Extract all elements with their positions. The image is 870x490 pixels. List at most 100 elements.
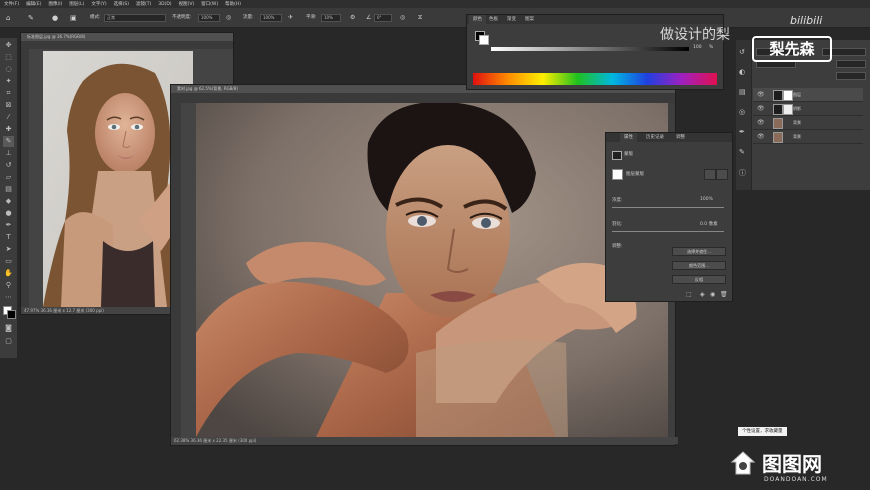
adjustments-icon[interactable]: ◐ <box>739 68 745 76</box>
info-icon[interactable]: ⓘ <box>739 168 746 178</box>
blur-tool-icon[interactable]: ◆ <box>3 196 14 207</box>
tab-properties[interactable]: 属性 <box>620 133 637 142</box>
density-slider[interactable] <box>612 207 724 208</box>
tab-color[interactable]: 颜色 <box>469 15 486 24</box>
gear-icon[interactable]: ⚙ <box>350 13 355 23</box>
paths-icon[interactable]: ✒ <box>739 128 745 136</box>
lasso-tool-icon[interactable]: ◌ <box>3 64 14 75</box>
delete-mask-icon[interactable]: 🗑 <box>720 291 728 298</box>
site-watermark: 图图网 DOANDOAN.COM <box>728 446 870 490</box>
screen-mode-icon[interactable]: ▢ <box>3 336 14 347</box>
healing-tool-icon[interactable]: ✚ <box>3 124 14 135</box>
angle-input[interactable]: 0° <box>374 14 392 22</box>
color-range-button[interactable]: 颜色范围... <box>672 261 726 270</box>
select-and-mask-button[interactable]: 选择并遮住... <box>672 247 726 256</box>
pen-tool-icon[interactable]: ✒ <box>3 220 14 231</box>
k-value[interactable]: 100 <box>693 45 702 53</box>
invert-button[interactable]: 反相 <box>672 275 726 284</box>
feather-value[interactable]: 0.0 像素 <box>700 221 718 227</box>
eye-icon[interactable]: 👁 <box>757 105 765 112</box>
layers-icon[interactable]: ▤ <box>739 88 746 96</box>
layer-row[interactable]: 👁 背景 <box>753 130 863 144</box>
layer-row[interactable]: 👁 背景 <box>753 116 863 130</box>
history-brush-icon[interactable]: ↺ <box>3 160 14 171</box>
apply-mask-icon[interactable]: ◈ <box>700 291 705 298</box>
type-tool-icon[interactable]: T <box>3 232 14 243</box>
eye-icon[interactable]: 👁 <box>757 133 765 140</box>
brush-panel-icon[interactable]: ▣ <box>70 13 77 23</box>
zoom-tool-icon[interactable]: ⚲ <box>3 280 14 291</box>
pressure-opacity-icon[interactable]: ◎ <box>226 13 231 23</box>
layer-mask-thumbnail[interactable] <box>612 169 623 180</box>
layer-name: 阴影 <box>793 106 801 111</box>
marquee-tool-icon[interactable]: ⬚ <box>3 52 14 63</box>
eye-icon[interactable]: 👁 <box>757 91 765 98</box>
history-icon[interactable]: ↺ <box>739 48 745 56</box>
menu-view[interactable]: 视图(V) <box>179 1 195 7</box>
smoothing-input[interactable]: 10% <box>321 14 341 22</box>
crop-tool-icon[interactable]: ⌗ <box>3 88 14 99</box>
horizontal-ruler <box>171 93 675 103</box>
tab-swatches[interactable]: 色板 <box>485 15 502 24</box>
brush-preset-icon[interactable]: ● <box>52 13 58 23</box>
menu-type[interactable]: 文字(Y) <box>91 1 106 7</box>
menu-filter[interactable]: 滤镜(T) <box>136 1 151 7</box>
density-value[interactable]: 100% <box>700 197 713 202</box>
eraser-tool-icon[interactable]: ▱ <box>3 172 14 183</box>
layer-opacity-input[interactable] <box>836 60 866 68</box>
menu-image[interactable]: 图像(I) <box>48 1 62 7</box>
layer-row[interactable]: 👁 阴影 <box>753 102 863 116</box>
feather-slider[interactable] <box>612 231 724 232</box>
airbrush-icon[interactable]: ✈ <box>288 13 293 23</box>
menu-help[interactable]: 帮助(H) <box>225 1 241 7</box>
background-color-swatch[interactable] <box>7 310 16 319</box>
shape-tool-icon[interactable]: ▭ <box>3 256 14 267</box>
brush-tool-icon[interactable]: ✎ <box>28 13 34 23</box>
document-tab[interactable]: 标准图层.jpg @ 16.7%(RGB/8) <box>21 33 233 41</box>
layer-name: 背景 <box>793 134 801 139</box>
move-tool-icon[interactable]: ✥ <box>3 40 14 51</box>
frame-tool-icon[interactable]: ⊠ <box>3 100 14 111</box>
properties-type-label: 蒙版 <box>624 152 633 157</box>
menu-layer[interactable]: 图层(L) <box>69 1 84 7</box>
k-slider[interactable] <box>491 47 689 51</box>
pixel-mask-button[interactable] <box>704 169 716 180</box>
symmetry-icon[interactable]: ⧖ <box>418 13 422 23</box>
layer-fill-input[interactable] <box>836 72 866 80</box>
gradient-tool-icon[interactable]: ▤ <box>3 184 14 195</box>
dodge-tool-icon[interactable]: ● <box>3 208 14 219</box>
load-selection-icon[interactable]: ⬚ <box>686 291 692 298</box>
visibility-icon[interactable]: ◉ <box>710 291 715 298</box>
path-select-tool-icon[interactable]: ➤ <box>3 244 14 255</box>
hand-tool-icon[interactable]: ✋ <box>3 268 14 279</box>
tab-gradients[interactable]: 渐变 <box>503 15 520 24</box>
more-tools-icon[interactable]: ⋯ <box>3 292 14 303</box>
color-spectrum[interactable] <box>473 73 717 85</box>
quick-mask-icon[interactable]: ◙ <box>3 323 14 334</box>
channels-icon[interactable]: ◎ <box>739 108 745 116</box>
vertical-ruler <box>21 49 29 307</box>
menu-bar: 文件(F) 编辑(E) 图像(I) 图层(L) 文字(Y) 选择(S) 滤镜(T… <box>0 0 870 8</box>
menu-select[interactable]: 选择(S) <box>114 1 129 7</box>
background-swatch[interactable] <box>479 35 489 45</box>
menu-3d[interactable]: 3D(D) <box>158 2 171 7</box>
tab-patterns[interactable]: 图案 <box>521 15 538 24</box>
menu-edit[interactable]: 编辑(E) <box>26 1 41 7</box>
menu-file[interactable]: 文件(F) <box>4 1 19 7</box>
tab-history[interactable]: 历史记录 <box>642 133 668 142</box>
stamp-tool-icon[interactable]: ⊥ <box>3 148 14 159</box>
mode-select[interactable]: 正常 <box>104 14 166 22</box>
home-icon[interactable]: ⌂ <box>6 13 10 23</box>
eye-icon[interactable]: 👁 <box>757 119 765 126</box>
flow-input[interactable]: 100% <box>260 14 282 22</box>
eyedropper-tool-icon[interactable]: ⁄ <box>3 112 14 123</box>
opacity-input[interactable]: 100% <box>198 14 220 22</box>
tab-adjustments[interactable]: 调整 <box>672 133 689 142</box>
pressure-size-icon[interactable]: ◎ <box>400 13 405 23</box>
vector-mask-button[interactable] <box>716 169 728 180</box>
quick-select-tool-icon[interactable]: ✦ <box>3 76 14 87</box>
brush-settings-icon[interactable]: ✎ <box>739 148 745 156</box>
brush-tool-icon[interactable]: ✎ <box>3 136 14 147</box>
layer-row[interactable]: 👁 图层 <box>753 88 863 102</box>
menu-window[interactable]: 窗口(W) <box>201 1 218 7</box>
